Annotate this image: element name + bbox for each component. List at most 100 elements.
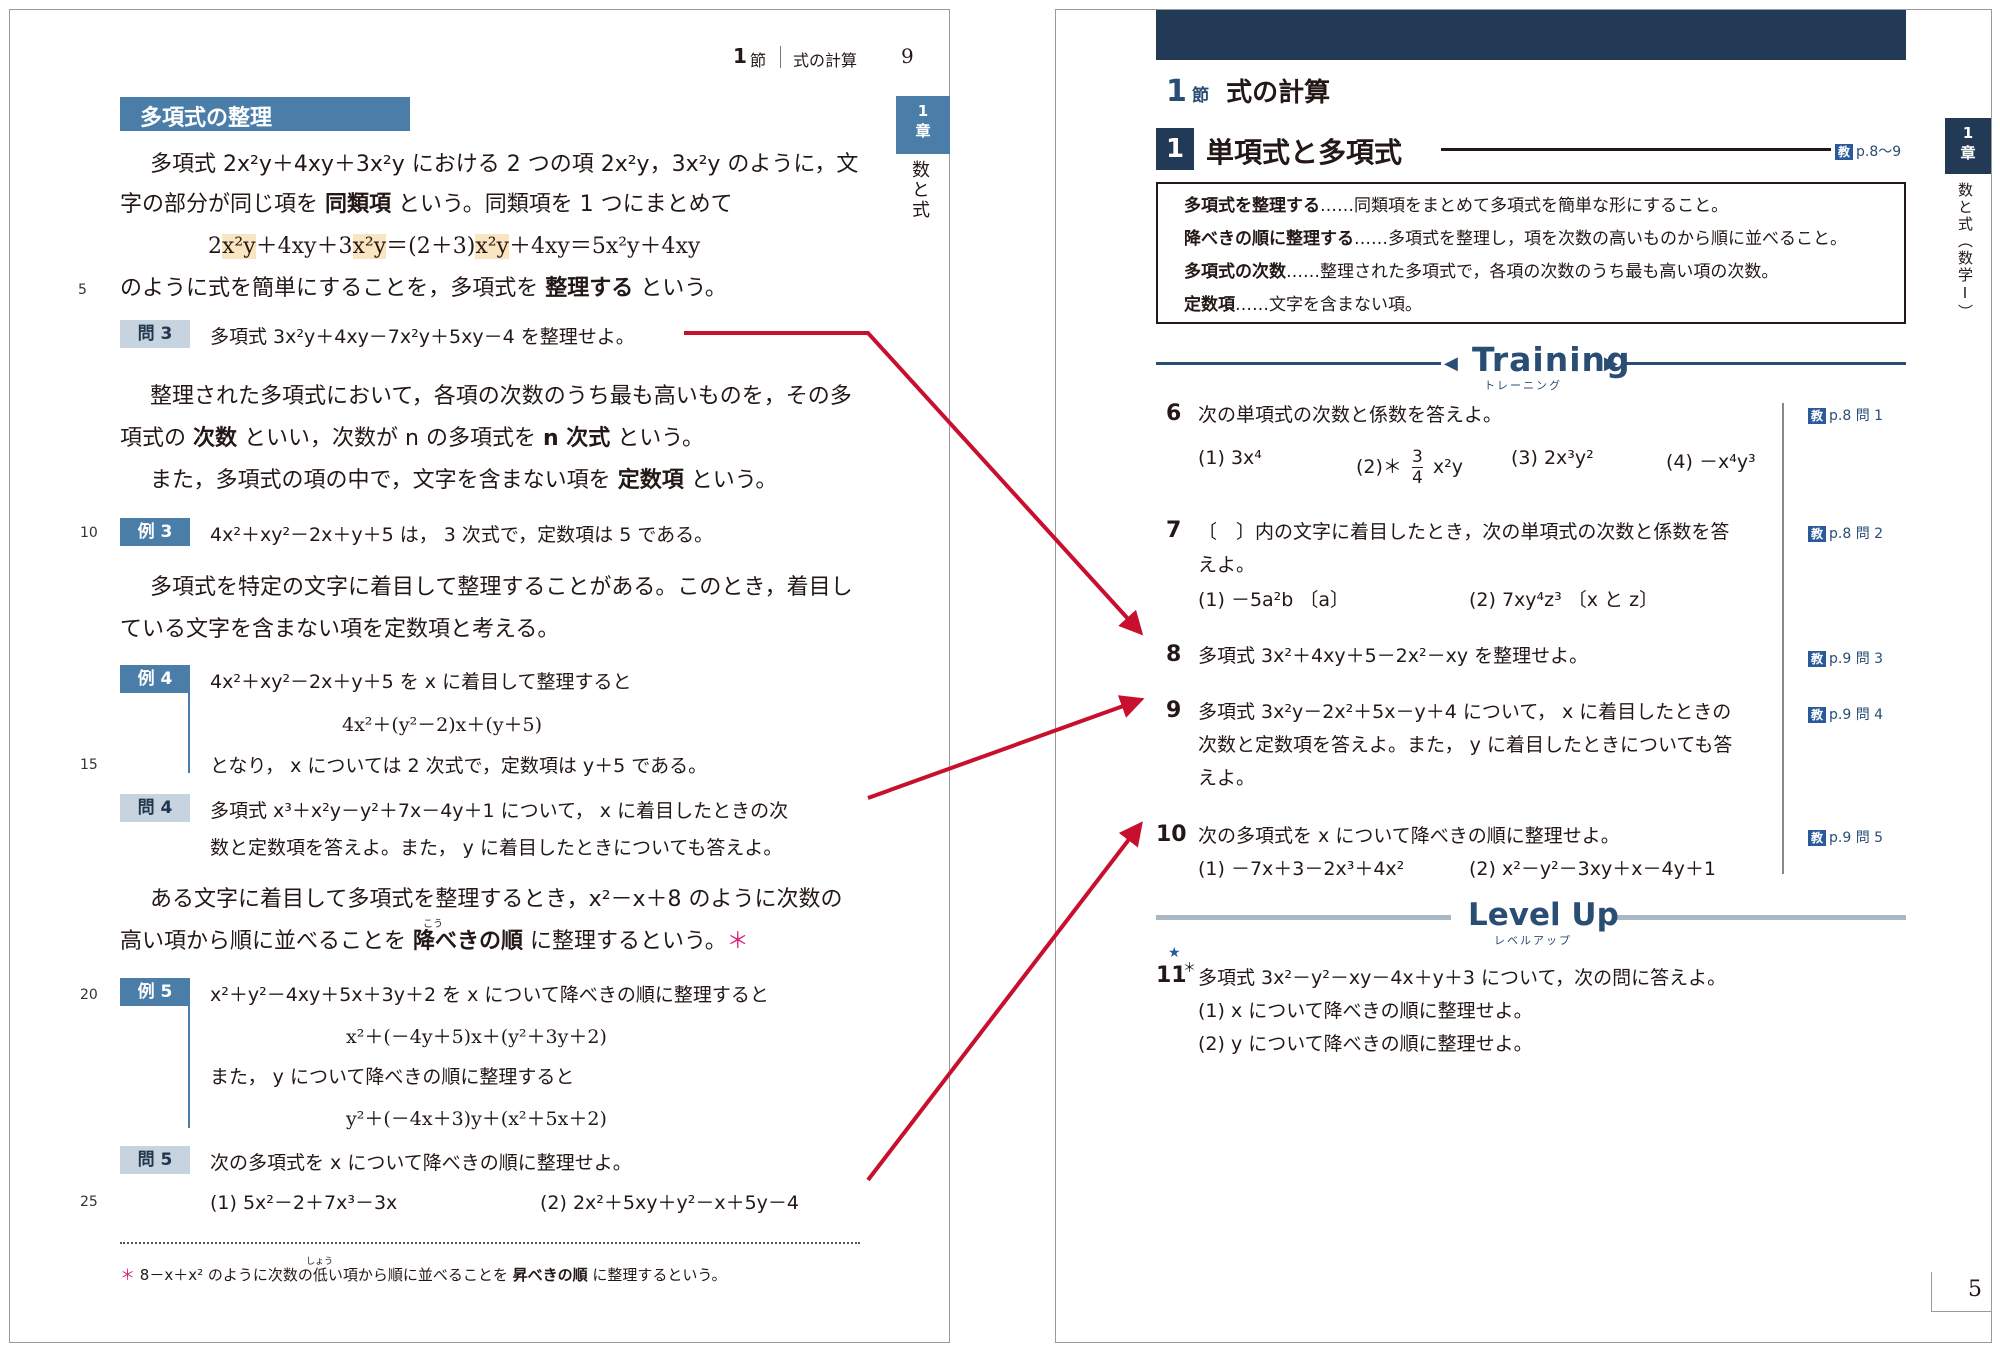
text-span: に整理するという。 [523,929,727,954]
example-4-equation: 4x²＋(y²－2)x＋(y＋5) [342,714,543,736]
kyo-badge: 教 [1808,651,1827,667]
kyo-badge: 教 [1808,707,1827,723]
header-divider [780,46,781,68]
question-10-number: 10 [1156,822,1187,847]
text-span: という。 [683,468,778,493]
definition-3: 多項式の次数……整理された多項式で，各項の次数のうち最も高い項の次数。 [1184,256,1778,289]
header-section-num: 1 [733,44,747,68]
question-5-text: 次の多項式を x について降べきの順に整理せよ。 [210,1152,632,1174]
question-6-ref: 教 p.8 問 1 [1808,405,1883,425]
question-7-option-1: (1) －5a²b 〔a〕 [1198,589,1350,611]
question-10-option-1: (1) －7x＋3－2x³＋4x² [1198,858,1405,880]
footnote-divider [120,1242,860,1244]
example-5-line: また， y について降べきの順に整理すると [210,1066,575,1088]
subsection-rule [1441,148,1861,151]
ref-column-divider [1782,403,1784,874]
page-number-frame [1931,1272,1991,1312]
term-jisuu: 次数 [193,426,238,451]
question-7-line: 〔 〕内の文字に着目したとき，次の単項式の次数と係数を答 [1198,521,1730,543]
example-5-bar [188,1006,190,1128]
chapter-side-tab: 1 章 [896,96,950,154]
header-section-title: 式の計算 [793,51,858,70]
example-4-bar [188,693,190,773]
eq-part: ＋4xy＋3 [255,234,353,259]
question-11-option-2: (2) y について降べきの順に整理せよ。 [1198,1033,1533,1055]
training-rule-left [1156,362,1441,365]
paragraph-line: 多項式を特定の文字に着目して整理することがある。このとき，着目し [150,575,853,600]
line-number: 5 [78,282,87,298]
paragraph-line: また，多項式の項の中で，文字を含まない項を 定数項 という。 [150,466,777,496]
kyo-badge: 教 [1835,144,1854,160]
definition-term: 多項式を整理する [1184,196,1320,216]
definition-desc: ……整理された多項式で，各項の次数のうち最も高い項の次数。 [1286,262,1779,282]
question-label-4: 問 4 [120,794,190,822]
eq-part: ＋4xy＝5x²y＋4xy [508,234,701,259]
kyo-badge: 教 [1808,830,1827,846]
example-5-equation: x²＋(－4y＋5)x＋(y²＋3y＋2) [346,1026,607,1048]
text-span: という。 [610,426,704,451]
definition-term: 定数項 [1184,295,1235,315]
definition-desc: ……同類項をまとめて多項式を簡単な形にすること。 [1320,196,1729,216]
question-6-option-4: (4) －x⁴y³ [1666,451,1756,473]
paragraph-line: のように式を簡単にすることを，多項式を 整理する という。 [120,274,727,304]
subsection-ref: 教 p.8〜9 [1831,141,1902,161]
question-11-text: 多項式 3x²－y²－xy－4x＋y＋3 について，次の問に答えよ。 [1198,967,1727,989]
question-10-text: 次の多項式を x について降べきの順に整理せよ。 [1198,825,1620,847]
text-span: 8－x＋x² のように次数の低い項から順に並べることを [135,1266,513,1284]
question-6-option-1: (1) 3x⁴ [1198,447,1262,469]
page-number: 5 [1968,1277,1982,1302]
ref-text: p.9 問 5 [1829,830,1884,846]
question-9-line: えよ。 [1198,767,1256,789]
question-10-option-2: (2) x²－y²－3xy＋x－4y＋1 [1469,858,1716,880]
definition-desc: ……文字を含まない項。 [1235,295,1422,315]
highlighted-term: x²y [222,234,256,259]
text-span: 字の部分が同じ項を [120,192,325,217]
term-doruikou: 同類項 [325,192,392,217]
example-label-4: 例 4 [120,665,190,693]
example-4-line: 4x²＋xy²－2x＋y＋5 を x に着目して整理すると [210,671,632,693]
question-7-number: 7 [1166,518,1182,543]
header-page-number: 9 [901,44,914,68]
definition-2: 降べきの順に整理する……多項式を整理し，項を次数の高いものから順に並べること。 [1184,223,1847,256]
text-span: という。 [633,276,727,301]
highlighted-term: x²y [475,234,509,259]
kyo-badge: 教 [1808,526,1827,542]
levelup-rule-right [1616,915,1906,920]
question-7-option-2: (2) 7xy⁴z³ 〔x と z〕 [1469,589,1659,611]
line-number: 10 [80,525,98,541]
question-4-line: 多項式 x³＋x²y－y²＋7x－4y＋1 について， x に着目したときの次 [210,800,789,822]
footnote-star: ＊ [726,929,749,954]
question-4-line: 数と定数項を答えよ。また， y に着目したときについても答えよ。 [210,837,783,859]
question-7-line: えよ。 [1198,554,1256,576]
section-title: 式の計算 [1226,78,1331,108]
text-span: 高い項から順に並べることを [120,929,413,954]
kyo-badge: 教 [1808,408,1827,424]
line-number: 15 [80,757,98,773]
equation-line: 2x²y＋4xy＋3x²y＝(2＋3)x²y＋4xy＝5x²y＋4xy [208,232,700,262]
question-8-ref: 教 p.9 問 3 [1808,648,1883,668]
line-number: 25 [80,1194,98,1210]
text-span: といい，次数が n の多項式を [237,426,543,451]
header-section-suffix: 節 [750,51,767,70]
fraction-numerator: 3 [1411,447,1423,468]
question-11-option-1: (1) x について降べきの順に整理せよ。 [1198,1000,1533,1022]
levelup-rule-left [1156,915,1451,920]
footnote-star: ＊ [120,1266,136,1284]
definition-1: 多項式を整理する……同類項をまとめて多項式を簡単な形にすること。 [1184,190,1728,223]
question-label-5: 問 5 [120,1146,190,1174]
left-textbook-page: 1 節 式の計算 9 1 章 数と式 多項式の整理 多項式 2x²y＋4xy＋3… [9,9,950,1343]
fraction: 3 4 [1411,447,1423,488]
definition-term: 降べきの順に整理する [1184,229,1354,249]
chapter-suffix: 章 [915,122,931,140]
ref-text: p.9 問 3 [1829,651,1884,667]
paragraph-line: 整理された多項式において，各項の次数のうち最も高いものを，その多 [150,384,852,409]
question-9-ref: 教 p.9 問 4 [1808,704,1883,724]
example-5-line: x²＋y²－4xy＋5x＋3y＋2 を x について降べきの順に整理すると [210,984,769,1006]
text-span: 項式の [120,426,193,451]
section-num: 1 [1166,74,1187,109]
highlighted-term: x²y [352,234,387,259]
paragraph-line: ている文字を含まない項を定数項と考える。 [120,617,560,642]
option-term: x²y [1432,456,1463,478]
term-n-jishiki: n 次式 [542,426,611,451]
subsection-number: 1 [1156,128,1194,170]
